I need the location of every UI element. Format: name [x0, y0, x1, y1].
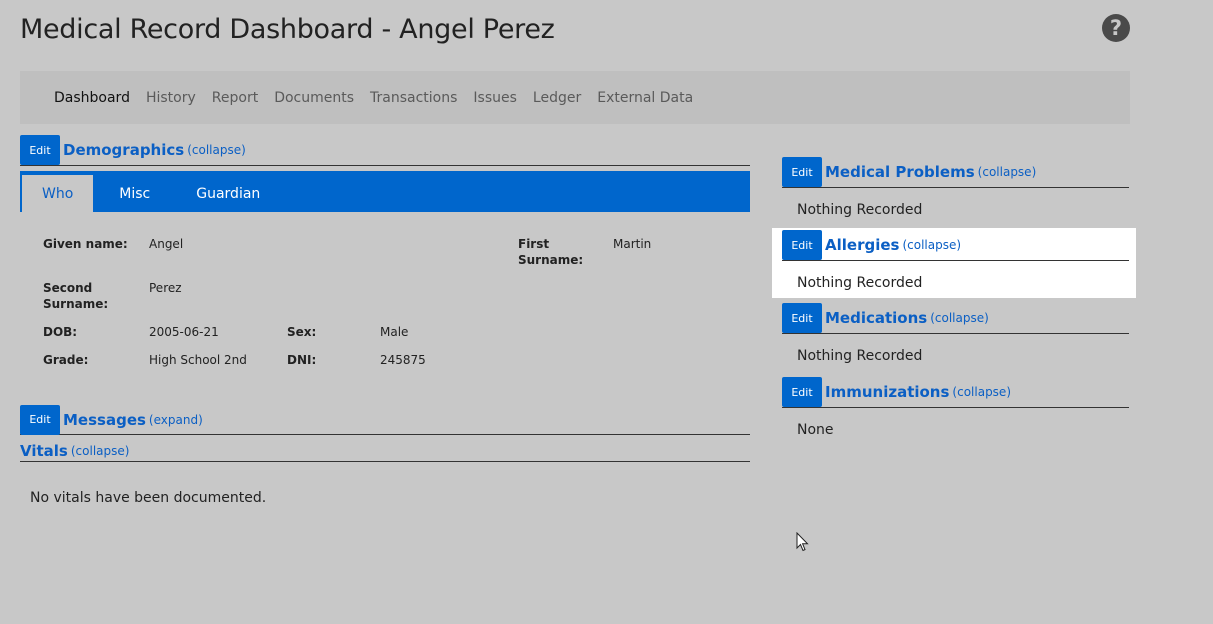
immunizations-edit-button[interactable]: Edit — [782, 377, 822, 407]
messages-header: Edit Messages (expand) — [20, 404, 750, 435]
first-surname-label: First Surname: — [518, 236, 583, 268]
sex-value: Male — [380, 325, 409, 339]
medications-title[interactable]: Medications — [825, 309, 927, 327]
immunizations-title[interactable]: Immunizations — [825, 383, 949, 401]
demographics-tabs: Who Misc Guardian — [20, 171, 750, 212]
vitals-collapse-link[interactable]: (collapse) — [71, 444, 130, 458]
nav-item-issues[interactable]: Issues — [473, 90, 517, 106]
dni-label: DNI: — [287, 353, 317, 367]
second-surname-label-line1: Second — [43, 281, 93, 295]
medical-problems-collapse-link[interactable]: (collapse) — [978, 165, 1037, 179]
demographics-collapse-link[interactable]: (collapse) — [187, 143, 246, 157]
allergies-title[interactable]: Allergies — [825, 236, 899, 254]
medical-problems-title[interactable]: Medical Problems — [825, 163, 975, 181]
mouse-cursor-icon — [796, 532, 809, 552]
given-name-label: Given name: — [43, 237, 128, 251]
medical-problems-header: Edit Medical Problems (collapse) — [782, 157, 1129, 188]
grade-value: High School 2nd — [149, 353, 247, 367]
demographics-header: Edit Demographics (collapse) — [20, 135, 750, 166]
first-surname-label-line1: First — [518, 237, 550, 251]
immunizations-header: Edit Immunizations (collapse) — [782, 377, 1129, 408]
dob-value: 2005-06-21 — [149, 325, 219, 339]
sex-label: Sex: — [287, 325, 317, 339]
nav-item-documents[interactable]: Documents — [274, 90, 354, 106]
first-surname-label-line2: Surname: — [518, 253, 584, 267]
allergies-header: Edit Allergies (collapse) — [782, 230, 1129, 261]
tab-guardian[interactable]: Guardian — [176, 175, 280, 212]
allergies-collapse-link[interactable]: (collapse) — [902, 238, 961, 252]
nav-item-history[interactable]: History — [146, 90, 196, 106]
medications-collapse-link[interactable]: (collapse) — [930, 311, 989, 325]
medications-content: Nothing Recorded — [797, 348, 923, 364]
first-surname-value: Martin — [613, 237, 652, 251]
allergies-content: Nothing Recorded — [797, 275, 923, 291]
second-surname-value: Perez — [149, 281, 182, 295]
dni-value: 245875 — [380, 353, 426, 367]
tab-who[interactable]: Who — [22, 175, 94, 212]
help-icon[interactable]: ? — [1102, 14, 1130, 42]
nav-item-transactions[interactable]: Transactions — [370, 90, 457, 106]
messages-expand-link[interactable]: (expand) — [149, 413, 203, 427]
top-nav: Dashboard History Report Documents Trans… — [20, 71, 1130, 124]
medications-edit-button[interactable]: Edit — [782, 303, 822, 333]
vitals-empty-text: No vitals have been documented. — [30, 490, 267, 506]
second-surname-label: Second Surname: — [43, 280, 108, 312]
vitals-header: Vitals (collapse) — [20, 440, 750, 462]
medications-header: Edit Medications (collapse) — [782, 303, 1129, 334]
immunizations-content: None — [797, 422, 834, 438]
nav-item-dashboard[interactable]: Dashboard — [54, 90, 130, 106]
messages-title[interactable]: Messages — [63, 411, 146, 429]
nav-item-external-data[interactable]: External Data — [597, 90, 693, 106]
given-name-value: Angel — [149, 237, 184, 251]
second-surname-label-line2: Surname: — [43, 297, 109, 311]
demographics-edit-button[interactable]: Edit — [20, 135, 60, 165]
medical-problems-edit-button[interactable]: Edit — [782, 157, 822, 187]
immunizations-collapse-link[interactable]: (collapse) — [952, 385, 1011, 399]
demographics-title[interactable]: Demographics — [63, 141, 184, 159]
page-title: Medical Record Dashboard - Angel Perez — [20, 14, 555, 45]
allergies-edit-button[interactable]: Edit — [782, 230, 822, 260]
messages-edit-button[interactable]: Edit — [20, 404, 60, 435]
nav-item-ledger[interactable]: Ledger — [533, 90, 581, 106]
nav-item-report[interactable]: Report — [212, 90, 258, 106]
grade-label: Grade: — [43, 353, 89, 367]
medical-problems-content: Nothing Recorded — [797, 202, 923, 218]
dob-label: DOB: — [43, 325, 78, 339]
tab-misc[interactable]: Misc — [99, 175, 170, 212]
vitals-title[interactable]: Vitals — [20, 442, 68, 460]
